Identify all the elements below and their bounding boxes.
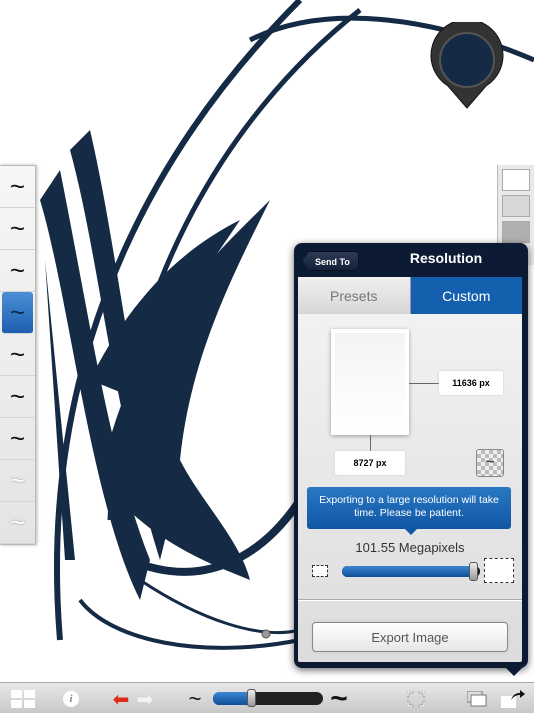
slider-thumb[interactable] [469,562,479,581]
tab-custom[interactable]: Custom [410,277,522,314]
popover-arrow [502,664,526,676]
bottom-toolbar: i ⬅ ➡ ~ ~ [0,682,534,715]
brush-item[interactable]: ~ [0,166,35,208]
info-glyph: i [63,691,79,707]
brush-palette: ~ ~ ~ ~ ~ ~ ~ ~ ~ [0,165,36,545]
slider-thumb[interactable] [246,689,256,707]
brush-item[interactable]: ~ [0,502,35,544]
brush-size-slider[interactable] [213,689,323,707]
color-puck[interactable] [428,22,506,110]
brush-item[interactable]: ~ [0,418,35,460]
share-icon[interactable] [500,688,526,710]
resolution-slider[interactable] [342,562,480,581]
brush-item[interactable]: ~ [0,460,35,502]
tooltip: Exporting to a large resolution will tak… [307,487,511,535]
large-size-icon [484,558,514,583]
canvas-preview [331,329,409,435]
small-size-icon [312,565,328,577]
tab-presets[interactable]: Presets [298,277,411,314]
export-image-button[interactable]: Export Image [312,622,508,652]
swap-orientation-icon[interactable]: ~ [476,449,504,477]
brush-item[interactable]: ~ [0,376,35,418]
fullscreen-icon[interactable] [405,688,427,710]
brush-item[interactable]: ~ [0,334,35,376]
color-swatch[interactable] [502,169,530,191]
resolution-popover: Send To Resolution Presets Custom 11636 … [294,243,528,668]
undo-icon[interactable]: ⬅ [110,688,132,711]
height-field[interactable]: 11636 px [439,371,503,395]
redo-icon[interactable]: ➡ [134,688,156,711]
brush-item[interactable]: ~ [0,250,35,292]
brush-item[interactable]: ~ [0,208,35,250]
height-leader-line [409,383,439,384]
info-icon[interactable]: i [62,688,80,710]
megapixels-label: 101.55 Megapixels [355,540,465,555]
brush-thin-icon: ~ [188,686,202,711]
color-swatch[interactable] [502,195,530,217]
divider [298,599,522,600]
width-field[interactable]: 8727 px [335,451,405,475]
color-swatch[interactable] [502,221,530,243]
brush-thick-icon: ~ [330,682,348,715]
layers-icon[interactable] [466,688,488,710]
popover-title: Resolution [409,250,483,266]
layout-grid-icon[interactable] [10,688,36,710]
brush-item-selected[interactable]: ~ [2,292,33,334]
